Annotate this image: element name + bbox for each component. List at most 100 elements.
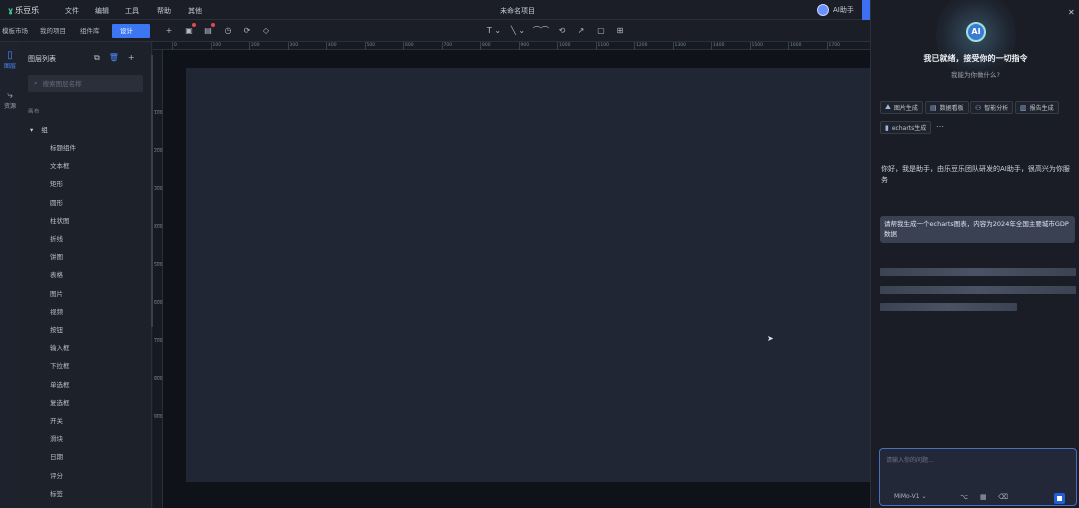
layer-item[interactable]: 图片: [50, 288, 63, 298]
curve-tool-icon[interactable]: ⌒⌒: [533, 25, 549, 36]
attach-icon[interactable]: ▦: [980, 493, 987, 501]
layer-item[interactable]: 圆形: [50, 197, 63, 207]
ruler-tick: 700: [441, 42, 453, 50]
panel-toggle-button[interactable]: [862, 0, 870, 20]
ruler-tick: 600: [154, 300, 163, 306]
layer-item[interactable]: 输入框: [50, 342, 70, 352]
ruler-tick: 800: [480, 42, 491, 50]
tab-design[interactable]: 设计: [112, 24, 150, 38]
menu-file[interactable]: 文件: [65, 6, 79, 16]
ruler-tick: 1300: [672, 42, 686, 50]
layer-item[interactable]: 下拉框: [50, 360, 70, 370]
loading-skeleton: [880, 303, 1017, 311]
layer-item[interactable]: 表格: [50, 269, 63, 279]
export-icon[interactable]: ▤: [203, 23, 215, 36]
ruler-tick: 900: [154, 414, 163, 420]
chip-report[interactable]: ▥ 报告生成: [1015, 101, 1059, 114]
rectangle-icon[interactable]: ▢: [596, 25, 606, 36]
chip-image-gen[interactable]: ⛰ 图片生成: [880, 101, 923, 114]
app-brand[interactable]: ɣ 乐豆乐: [8, 5, 39, 16]
ai-assistant-toggle[interactable]: AI助手: [817, 3, 854, 17]
ai-greeting: 你好，我是助手，由乐豆乐团队研发的AI助手，很高兴为你服务: [881, 165, 1070, 184]
add-layer-icon[interactable]: +: [128, 53, 135, 63]
ruler-left: 100 200 300 400 500 600 700 800 900: [153, 50, 163, 508]
tab-components[interactable]: 组件库: [80, 24, 100, 38]
chip-dashboard[interactable]: ▤ 数据看板: [925, 101, 969, 114]
chip-analysis[interactable]: ⚇ 智能分析: [970, 101, 1014, 114]
menu-edit[interactable]: 编辑: [95, 6, 109, 16]
layer-item[interactable]: 折线: [50, 233, 63, 243]
close-icon[interactable]: ✕: [1068, 8, 1075, 17]
layer-group[interactable]: ▾ 组: [30, 124, 48, 134]
line-tool-icon[interactable]: ╲ ⌄: [510, 25, 526, 36]
rail-item-layers[interactable]: ▯ 图层: [0, 50, 20, 70]
clear-icon[interactable]: ⌫: [998, 493, 1008, 501]
grid-icon[interactable]: ⊞: [615, 25, 625, 36]
layer-search-input[interactable]: [42, 79, 138, 88]
layer-item[interactable]: 柱状图: [50, 215, 70, 225]
ruler-tick: 1500: [749, 42, 763, 50]
layer-item[interactable]: 单选框: [50, 379, 70, 389]
ruler-tick: 900: [518, 42, 530, 50]
history-icon[interactable]: ◷: [223, 25, 233, 36]
ai-logo-icon: AI: [966, 22, 986, 42]
ai-heading: 我已就绪，接受你的一切指令: [923, 54, 1028, 63]
mention-icon[interactable]: ⌥: [960, 493, 968, 501]
arrow-icon[interactable]: ↗: [576, 25, 586, 36]
menu-help[interactable]: 帮助: [157, 6, 171, 16]
chevron-down-icon: ▾: [30, 126, 34, 134]
unsaved-dot: [192, 23, 196, 27]
save-glyph: ▣: [185, 26, 193, 35]
save-icon[interactable]: ▣: [184, 23, 196, 36]
rail-label-resources: 资源: [3, 103, 16, 110]
menu-tools[interactable]: 工具: [125, 6, 139, 16]
layer-item[interactable]: 开关: [50, 415, 63, 425]
ruler-tick: 400: [154, 224, 163, 230]
composer: MiMo-V1 ⌄ ⌥ ▦ ⌫: [879, 448, 1077, 506]
layer-item[interactable]: 按钮: [50, 324, 63, 334]
model-select[interactable]: MiMo-V1 ⌄: [894, 493, 927, 500]
menu-bar: ɣ 乐豆乐 文件 编辑 工具 帮助 其他 未命名项目 AI助手: [0, 0, 870, 20]
delete-icon[interactable]: 🗑︎: [109, 53, 119, 63]
layer-item[interactable]: 标题组件: [50, 142, 76, 152]
text-tool-icon[interactable]: T ⌄: [486, 25, 502, 36]
layer-item[interactable]: 标签: [50, 488, 63, 498]
ruler-tick: 1100: [595, 42, 609, 50]
ruler-tick: 600: [403, 42, 414, 50]
chip-label: 图片生成: [893, 105, 918, 112]
rotate-icon[interactable]: ⟲: [557, 25, 567, 36]
more-icon[interactable]: ⋯: [936, 122, 944, 131]
layer-item[interactable]: 复选框: [50, 397, 70, 407]
layer-item[interactable]: 滑块: [50, 433, 63, 443]
layer-item[interactable]: 矩形: [50, 178, 63, 188]
ruler-tick: 500: [154, 262, 163, 268]
ruler-tick: 1200: [634, 42, 648, 50]
ruler-tick: 500: [364, 42, 376, 50]
menu-other[interactable]: 其他: [188, 6, 202, 16]
rail-item-resources[interactable]: ⤷ 资源: [0, 90, 20, 110]
layer-item[interactable]: 日期: [50, 451, 63, 461]
layer-item[interactable]: 评分: [50, 470, 63, 480]
project-title[interactable]: 未命名项目: [500, 6, 535, 16]
refresh-icon[interactable]: ⟳: [242, 25, 252, 36]
loading-skeleton: [880, 286, 1076, 294]
ruler-tick: 1700: [826, 42, 840, 50]
ruler-tick: 1400: [711, 42, 725, 50]
artboard[interactable]: [186, 68, 870, 482]
copy-icon[interactable]: ⧉: [94, 53, 100, 63]
prompt-input[interactable]: [886, 455, 1071, 479]
tab-my-projects[interactable]: 我的项目: [40, 24, 66, 38]
layer-item[interactable]: 饼图: [50, 251, 63, 261]
analysis-icon: ⚇: [975, 103, 982, 112]
add-icon[interactable]: +: [164, 25, 174, 36]
tab-templates[interactable]: 模板市场: [2, 24, 28, 38]
chevron-down-icon: ⌄: [921, 493, 927, 500]
resources-icon: ⤷: [7, 90, 13, 101]
ruler-tick: 400: [326, 42, 337, 50]
shape-icon[interactable]: ◇: [261, 25, 271, 36]
chip-echarts[interactable]: ▮ echarts生成: [880, 121, 932, 134]
layer-item[interactable]: 视频: [50, 306, 63, 316]
mouse-cursor-icon: ➤: [767, 334, 774, 343]
layer-item[interactable]: 文本框: [50, 160, 70, 170]
stop-button[interactable]: [1054, 493, 1065, 504]
